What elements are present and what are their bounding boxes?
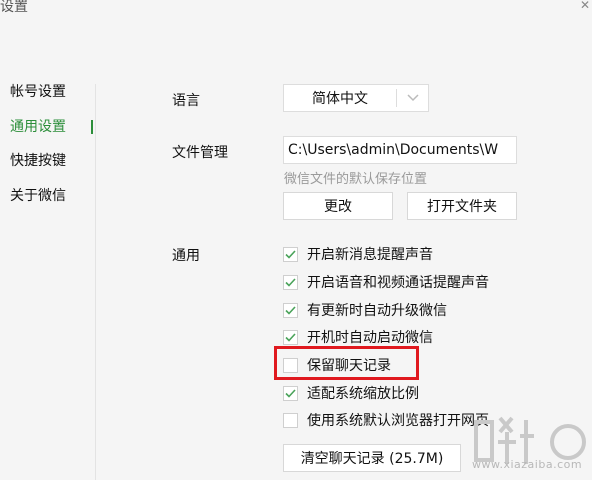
checkbox[interactable]	[283, 302, 298, 318]
file-management-label: 文件管理	[172, 145, 228, 161]
option-label: 使用系统默认浏览器打开网页	[307, 413, 489, 429]
language-select[interactable]: 简体中文	[283, 84, 429, 112]
window-title: 设置	[0, 0, 28, 15]
option-label: 适配系统缩放比例	[307, 386, 419, 402]
option-label: 开启新消息提醒声音	[307, 247, 433, 263]
sidebar-active-indicator	[91, 120, 93, 134]
language-select-value: 简体中文	[312, 91, 368, 107]
sidebar-item-account[interactable]: 帐号设置	[10, 81, 66, 101]
option-call-sound[interactable]: 开启语音和视频通话提醒声音	[283, 272, 489, 292]
watermark-text: www.xiazaiba.com	[472, 458, 583, 471]
option-label: 有更新时自动升级微信	[307, 303, 447, 319]
checkbox[interactable]	[283, 274, 298, 290]
highlight-box	[274, 346, 419, 380]
general-label: 通用	[172, 248, 200, 264]
sidebar-item-shortcuts[interactable]: 快捷按键	[10, 150, 66, 170]
check-icon	[285, 388, 296, 398]
checkbox[interactable]	[283, 246, 298, 262]
change-button[interactable]: 更改	[283, 192, 393, 220]
language-label: 语言	[172, 93, 200, 109]
checkbox[interactable]	[283, 385, 298, 401]
option-label: 开机时自动启动微信	[307, 330, 433, 346]
checkbox[interactable]	[283, 412, 298, 428]
option-system-scaling[interactable]: 适配系统缩放比例	[283, 383, 419, 403]
option-default-browser[interactable]: 使用系统默认浏览器打开网页	[283, 410, 489, 430]
check-icon	[285, 249, 296, 259]
close-icon[interactable]: ✕	[580, 0, 590, 12]
sidebar-divider	[95, 84, 96, 480]
chevron-down-icon[interactable]	[397, 94, 428, 102]
open-folder-button[interactable]: 打开文件夹	[407, 192, 517, 220]
option-auto-update[interactable]: 有更新时自动升级微信	[283, 300, 447, 320]
option-label: 开启语音和视频通话提醒声音	[307, 275, 489, 291]
sidebar-item-about[interactable]: 关于微信	[10, 185, 66, 205]
check-icon	[285, 332, 296, 342]
check-icon	[285, 305, 296, 315]
check-icon	[285, 277, 296, 287]
option-new-message-sound[interactable]: 开启新消息提醒声音	[283, 244, 433, 264]
option-auto-start[interactable]: 开机时自动启动微信	[283, 327, 433, 347]
file-path-field[interactable]: C:\Users\admin\Documents\W	[283, 136, 517, 164]
sidebar-item-general[interactable]: 通用设置	[10, 116, 66, 136]
file-path-hint: 微信文件的默认保存位置	[284, 172, 428, 187]
clear-chat-history-button[interactable]: 清空聊天记录 (25.7M)	[283, 444, 461, 472]
checkbox[interactable]	[283, 329, 298, 345]
